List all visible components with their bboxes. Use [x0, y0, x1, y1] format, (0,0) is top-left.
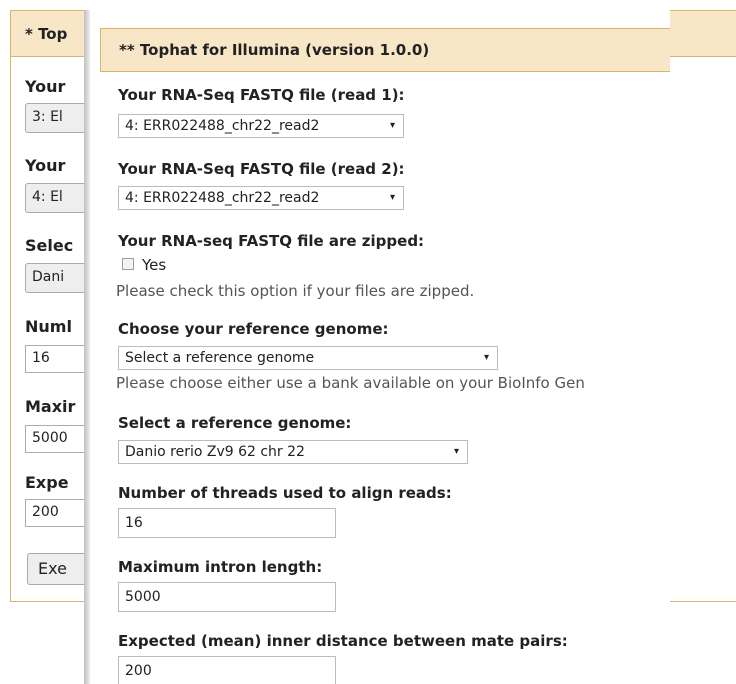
zipped-help-text: Please check this option if your files a…: [116, 282, 475, 300]
choose-reference-value: Select a reference genome: [125, 350, 315, 366]
read2-label: Your RNA-Seq FASTQ file (read 2):: [118, 160, 405, 178]
intron-length-input[interactable]: 5000: [118, 582, 336, 612]
reference-genome-value: Danio rerio Zv9 62 chr 22: [125, 444, 305, 460]
chevron-down-icon: ▾: [389, 192, 395, 203]
background-label-threads: Numl: [25, 317, 72, 336]
read2-select-value: 4: ERR022488_chr22_read2: [125, 190, 320, 206]
read1-select-value: 4: ERR022488_chr22_read2: [125, 118, 320, 134]
threads-label: Number of threads used to align reads:: [118, 484, 452, 502]
chevron-down-icon: ▾: [453, 446, 459, 457]
read1-select[interactable]: 4: ERR022488_chr22_read2 ▾: [118, 114, 404, 138]
read2-select[interactable]: 4: ERR022488_chr22_read2 ▾: [118, 186, 404, 210]
background-label-distance: Expe: [25, 473, 69, 492]
zipped-checkbox-label: Yes: [142, 256, 167, 274]
chevron-down-icon: ▾: [483, 352, 489, 363]
inner-distance-label: Expected (mean) inner distance between m…: [118, 632, 568, 650]
zipped-checkbox[interactable]: [122, 258, 134, 270]
threads-input[interactable]: 16: [118, 508, 336, 538]
chevron-down-icon: ▾: [389, 120, 395, 131]
background-label-intron: Maxir: [25, 397, 76, 416]
inner-distance-input[interactable]: 200: [118, 656, 336, 684]
zipped-label: Your RNA-seq FASTQ file are zipped:: [118, 232, 425, 250]
reference-genome-select[interactable]: Danio rerio Zv9 62 chr 22 ▾: [118, 440, 468, 464]
read1-label: Your RNA-Seq FASTQ file (read 1):: [118, 86, 405, 104]
tophat-form-panel: ** Tophat for Illumina (version 1.0.0) Y…: [90, 10, 670, 684]
background-label-genome: Selec: [25, 236, 74, 255]
intron-length-label: Maximum intron length:: [118, 558, 323, 576]
choose-reference-select[interactable]: Select a reference genome ▾: [118, 346, 498, 370]
background-label-read2: Your: [25, 156, 66, 175]
form-header: ** Tophat for Illumina (version 1.0.0): [100, 28, 670, 72]
select-reference-label: Select a reference genome:: [118, 414, 352, 432]
choose-reference-label: Choose your reference genome:: [118, 320, 389, 338]
choose-reference-help: Please choose either use a bank availabl…: [116, 374, 585, 392]
background-label-read1: Your: [25, 77, 66, 96]
